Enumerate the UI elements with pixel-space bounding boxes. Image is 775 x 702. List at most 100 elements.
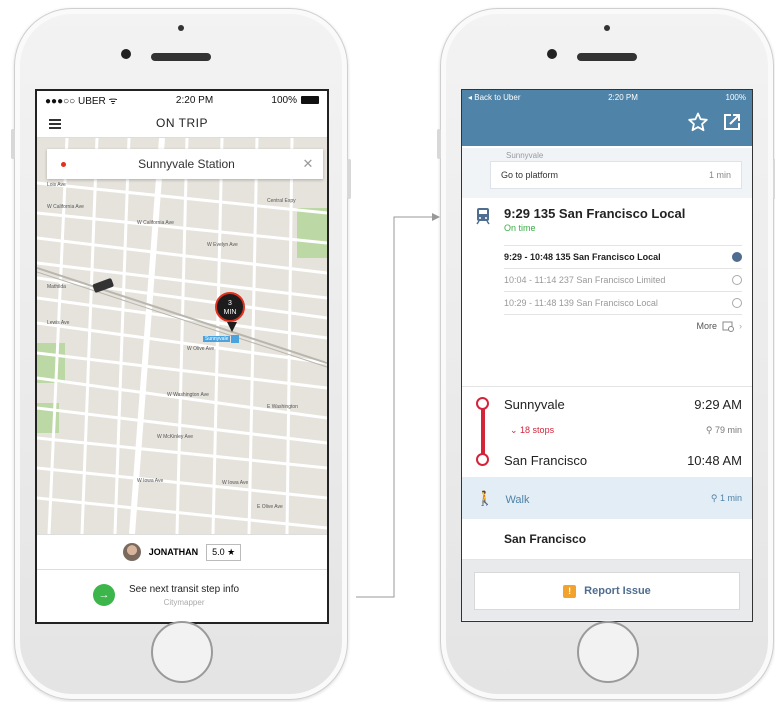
departure-option-label: 9:29 - 10:48 135 San Francisco Local	[504, 252, 661, 262]
phone-sensor	[178, 25, 184, 31]
svg-text:W Washington Ave: W Washington Ave	[167, 392, 209, 398]
destination-dot-icon	[61, 161, 66, 167]
transit-source: Citymapper	[163, 597, 205, 607]
departure-option[interactable]: 9:29 - 10:48 135 San Francisco Local	[504, 245, 742, 268]
right-phone-frame: ◂ Back to Uber 2:20 PM 100% Sunnyvale Go…	[437, 8, 775, 700]
stops-toggle[interactable]: ⌄ 18 stops ⚲ 79 min	[462, 425, 752, 439]
stops-block: Sunnyvale 9:29 AM ⌄ 18 stops ⚲ 79 min Sa…	[462, 386, 752, 477]
citymapper-header: ◂ Back to Uber 2:20 PM 100%	[462, 90, 752, 146]
close-icon[interactable]: ✕	[293, 156, 323, 172]
platform-step: Go to platform 1 min	[490, 161, 742, 189]
stops-count-wrap: ⌄ 18 stops	[510, 425, 554, 439]
svg-text:W Olive Ave: W Olive Ave	[187, 346, 214, 352]
status-bar: ●●●○○ UBER ᯤ 2:20 PM 100%	[37, 91, 327, 109]
clock: 2:20 PM	[608, 92, 638, 102]
eta-value: 3	[228, 300, 232, 307]
stops-duration: 79 min	[714, 425, 742, 435]
menu-icon[interactable]	[49, 119, 61, 131]
battery-percent: 100%	[725, 92, 746, 102]
svg-text:Lois Ave: Lois Ave	[47, 182, 66, 188]
destination-time: 10:48 AM	[687, 452, 742, 468]
avatar	[122, 543, 141, 561]
origin-name: Sunnyvale	[504, 396, 565, 412]
walk-time-wrap: ⚲ 1 min	[711, 493, 742, 504]
status-bar: ◂ Back to Uber 2:20 PM 100%	[462, 90, 752, 104]
battery-indicator: 100%	[271, 95, 319, 106]
transit-prompt: See next transit step info	[129, 583, 240, 595]
destination-card[interactable]: Sunnyvale Station ✕	[47, 149, 323, 179]
search-icon: ⚲	[705, 425, 715, 435]
next-transit-step-row[interactable]: → See next transit step info Citymapper	[37, 569, 327, 620]
departure-option[interactable]: 10:04 - 11:14 237 San Francisco Limited	[504, 268, 742, 291]
report-area: ! Report Issue	[462, 560, 752, 620]
report-issue-button[interactable]: ! Report Issue	[474, 572, 740, 610]
previous-station-label: Sunnyvale	[506, 151, 544, 160]
radio-selected-icon[interactable]	[732, 252, 742, 262]
stops-duration-wrap: ⚲ 79 min	[706, 425, 742, 439]
walk-label-wrap: 🚶 Walk	[476, 490, 529, 507]
svg-text:W California Ave: W California Ave	[47, 204, 84, 210]
left-phone-frame: ●●●○○ UBER ᯤ 2:20 PM 100% ON TRIP Lois A…	[11, 8, 351, 700]
train-icon	[476, 208, 490, 225]
earpiece	[151, 53, 211, 61]
train-block: 9:29 135 San Francisco Local On time 9:2…	[462, 198, 752, 386]
battery-icon	[301, 95, 319, 104]
citymapper-arrow-icon: →	[93, 584, 115, 606]
svg-text:Mathilda: Mathilda	[47, 284, 66, 290]
uber-nav-bar: ON TRIP	[37, 109, 327, 138]
more-label: More	[696, 321, 717, 331]
chevron-right-icon: ›	[739, 321, 742, 331]
radio-icon[interactable]	[732, 298, 742, 308]
volume-button	[11, 129, 15, 159]
map-view[interactable]: Lois Ave W California Ave W California A…	[37, 138, 327, 534]
svg-text:E Olive Ave: E Olive Ave	[257, 504, 283, 510]
svg-text:E Washington: E Washington	[267, 404, 298, 410]
earpiece	[577, 53, 637, 61]
svg-text:Lewis Ave: Lewis Ave	[47, 320, 70, 326]
departure-option[interactable]: 10:29 - 11:48 139 San Francisco Local	[504, 291, 742, 314]
origin-time: 9:29 AM	[694, 396, 742, 412]
clock: 2:20 PM	[175, 94, 214, 106]
departure-option-label: 10:29 - 11:48 139 San Francisco Local	[504, 298, 658, 308]
driver-name: JONATHAN	[148, 547, 199, 557]
search-icon: ⚲	[710, 492, 720, 503]
carrier-label: ●●●○○ UBER ᯤ	[45, 96, 118, 107]
svg-text:W Iowa Ave: W Iowa Ave	[222, 480, 249, 486]
svg-text:W McKinley Ave: W McKinley Ave	[157, 434, 193, 440]
share-icon[interactable]	[722, 112, 742, 132]
volume-button	[437, 129, 441, 159]
pin-tail	[227, 322, 237, 332]
svg-text:W Iowa Ave: W Iowa Ave	[137, 478, 164, 484]
home-button[interactable]	[577, 621, 639, 683]
destination-name: San Francisco	[504, 452, 588, 468]
svg-text:Central Expy: Central Expy	[267, 198, 296, 204]
driver-row[interactable]: JONATHAN 5.0 ★	[37, 534, 327, 569]
destination-stop: San Francisco 10:48 AM	[462, 450, 752, 470]
front-camera	[121, 49, 131, 59]
warning-icon: !	[563, 584, 577, 598]
walk-step[interactable]: 🚶 Walk ⚲ 1 min	[462, 477, 752, 519]
back-to-uber-link[interactable]: ◂ Back to Uber	[468, 93, 520, 102]
battery-percent: 100%	[271, 94, 297, 106]
flow-connector	[356, 213, 440, 598]
driver-rating: 5.0 ★	[206, 543, 242, 561]
train-status: On time	[504, 223, 536, 233]
svg-text:W Evelyn Ave: W Evelyn Ave	[207, 242, 238, 248]
platform-label: Go to platform	[501, 170, 559, 180]
calendar-clock-icon	[722, 321, 734, 332]
power-button	[347, 159, 351, 199]
transit-text: See next transit step info Citymapper	[129, 584, 239, 607]
home-button[interactable]	[151, 621, 213, 683]
eta-unit: MIN	[223, 309, 237, 316]
report-label: Report Issue	[584, 585, 651, 597]
destination-label: Sunnyvale Station	[138, 157, 235, 171]
eta-pin[interactable]: 3 MIN	[215, 292, 245, 322]
citymapper-screen: ◂ Back to Uber 2:20 PM 100% Sunnyvale Go…	[461, 89, 753, 622]
origin-stop: Sunnyvale 9:29 AM	[462, 394, 752, 414]
star-icon[interactable]	[688, 112, 708, 132]
final-destination: San Francisco	[462, 519, 752, 560]
radio-icon[interactable]	[732, 275, 742, 285]
header-actions	[688, 112, 742, 132]
more-departures-button[interactable]: More ›	[504, 314, 742, 337]
phone-sensor	[604, 25, 610, 31]
